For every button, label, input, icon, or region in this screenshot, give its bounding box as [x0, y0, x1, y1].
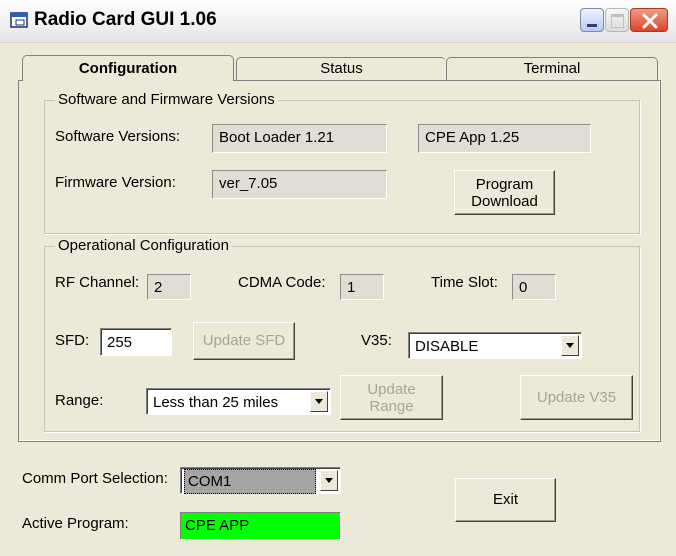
- program-download-button[interactable]: Program Download: [454, 170, 555, 215]
- v35-selected-value: DISABLE: [415, 338, 479, 355]
- active-program-field: CPE APP: [180, 512, 341, 540]
- v35-label: V35:: [361, 332, 392, 349]
- tab-terminal[interactable]: Terminal: [446, 57, 658, 81]
- title-bar[interactable]: Radio Card GUI 1.06: [0, 0, 676, 43]
- cdma-code-label: CDMA Code:: [238, 274, 326, 291]
- active-program-label: Active Program:: [22, 515, 129, 532]
- time-slot-field: 0: [512, 274, 556, 300]
- sfd-input[interactable]: [100, 328, 172, 356]
- app-window: Radio Card GUI 1.06 Configuration Status…: [0, 0, 676, 556]
- time-slot-label: Time Slot:: [431, 274, 498, 291]
- range-select[interactable]: Less than 25 miles: [146, 388, 331, 415]
- close-button[interactable]: [630, 8, 668, 32]
- firmware-version-field: ver_7.05: [212, 170, 387, 199]
- app-icon: [10, 12, 28, 28]
- window-title: Radio Card GUI 1.06: [34, 9, 217, 30]
- chevron-down-icon[interactable]: [561, 335, 579, 356]
- comm-port-select[interactable]: COM1: [180, 467, 341, 494]
- group-title: Operational Configuration: [55, 237, 232, 254]
- update-range-button[interactable]: Update Range: [340, 375, 443, 420]
- range-label: Range:: [55, 392, 104, 409]
- rf-channel-label: RF Channel:: [55, 274, 140, 291]
- chevron-down-icon[interactable]: [310, 391, 328, 412]
- tab-configuration[interactable]: Configuration: [22, 55, 234, 81]
- firmware-version-label: Firmware Version:: [55, 174, 176, 191]
- update-v35-button[interactable]: Update V35: [520, 375, 633, 420]
- minimize-button[interactable]: [580, 8, 604, 32]
- boot-loader-version-field: Boot Loader 1.21: [212, 124, 387, 153]
- v35-select[interactable]: DISABLE: [408, 332, 582, 359]
- rf-channel-field: 2: [147, 274, 191, 300]
- exit-button[interactable]: Exit: [455, 478, 556, 522]
- tab-status[interactable]: Status: [236, 57, 446, 81]
- software-versions-label: Software Versions:: [55, 128, 181, 145]
- sfd-label: SFD:: [55, 332, 90, 349]
- maximize-button[interactable]: [605, 8, 629, 32]
- cpe-app-version-field: CPE App 1.25: [418, 124, 591, 153]
- update-sfd-button[interactable]: Update SFD: [193, 322, 295, 360]
- range-selected-value: Less than 25 miles: [153, 394, 279, 411]
- group-title: Software and Firmware Versions: [55, 91, 278, 108]
- cdma-code-field: 1: [340, 274, 384, 300]
- close-icon: [642, 13, 658, 29]
- chevron-down-icon[interactable]: [320, 470, 338, 491]
- comm-port-selected-value: COM1: [184, 469, 316, 494]
- comm-port-label: Comm Port Selection:: [22, 470, 168, 487]
